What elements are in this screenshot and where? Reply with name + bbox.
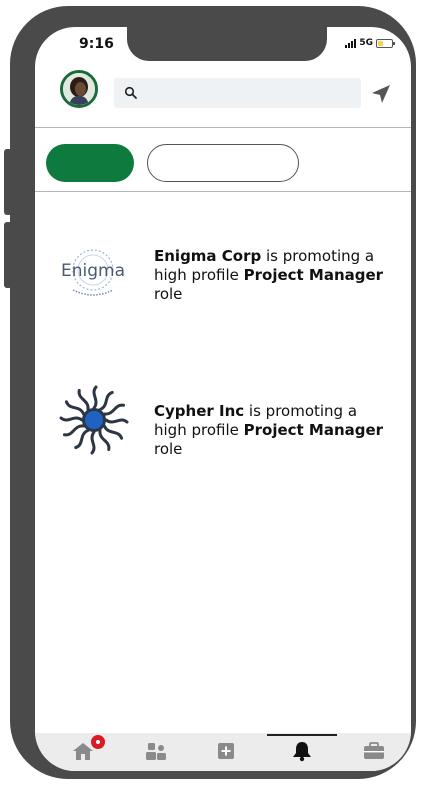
- tab-unselected[interactable]: [147, 144, 299, 182]
- status-time: 9:16: [79, 36, 114, 52]
- battery-icon: [376, 38, 395, 48]
- nav-post[interactable]: [211, 738, 241, 764]
- enigma-corp-logo: Enigma: [61, 249, 125, 296]
- notification-item[interactable]: Cypher Inc is promoting a high profile P…: [35, 385, 411, 459]
- network-icon: [146, 743, 166, 760]
- signal-icon: [345, 38, 357, 48]
- notification-suffix: role: [154, 285, 183, 303]
- jobs-briefcase-icon: [364, 742, 384, 759]
- enigma-logo-text: Enigma: [61, 261, 125, 281]
- tabs-divider: [35, 191, 411, 192]
- notification-suffix: role: [154, 440, 183, 458]
- profile-avatar[interactable]: [60, 70, 98, 108]
- notification-text: Enigma Corp is promoting a high profile …: [154, 247, 384, 304]
- side-button-lower: [4, 222, 12, 288]
- status-indicators: 5G: [345, 38, 395, 48]
- phone-frame: 9:16 5G Enigma Enigma Corp is promoting …: [4, 6, 416, 779]
- company-name: Cypher Inc: [154, 402, 245, 420]
- notification-text: Cypher Inc is promoting a high profile P…: [154, 402, 384, 459]
- search-bar[interactable]: [114, 78, 361, 110]
- notifications-bell-icon: [293, 742, 311, 762]
- search-input[interactable]: [144, 78, 358, 110]
- nav-jobs[interactable]: [359, 738, 389, 764]
- tab-selected[interactable]: [46, 144, 134, 182]
- nav-notifications[interactable]: [287, 738, 317, 764]
- side-button-upper: [4, 149, 12, 215]
- notification-item[interactable]: Enigma Enigma Corp is promoting a high p…: [35, 240, 411, 310]
- notification-badge: [91, 735, 105, 749]
- add-post-icon: [218, 743, 234, 759]
- active-tab-indicator: [267, 734, 337, 736]
- company-name: Enigma Corp: [154, 247, 262, 265]
- role-name: Project Manager: [243, 421, 384, 439]
- screen: 9:16 5G Enigma Enigma Corp is promoting …: [35, 27, 411, 771]
- nav-network[interactable]: [141, 738, 171, 764]
- send-message-icon[interactable]: [370, 83, 392, 105]
- notch: [127, 27, 327, 61]
- avatar-person-icon: [63, 73, 95, 105]
- role-name: Project Manager: [243, 266, 384, 284]
- cypher-inc-logo: [59, 385, 129, 455]
- header-divider: [35, 127, 411, 128]
- network-type: 5G: [359, 38, 373, 48]
- search-icon: [124, 86, 137, 99]
